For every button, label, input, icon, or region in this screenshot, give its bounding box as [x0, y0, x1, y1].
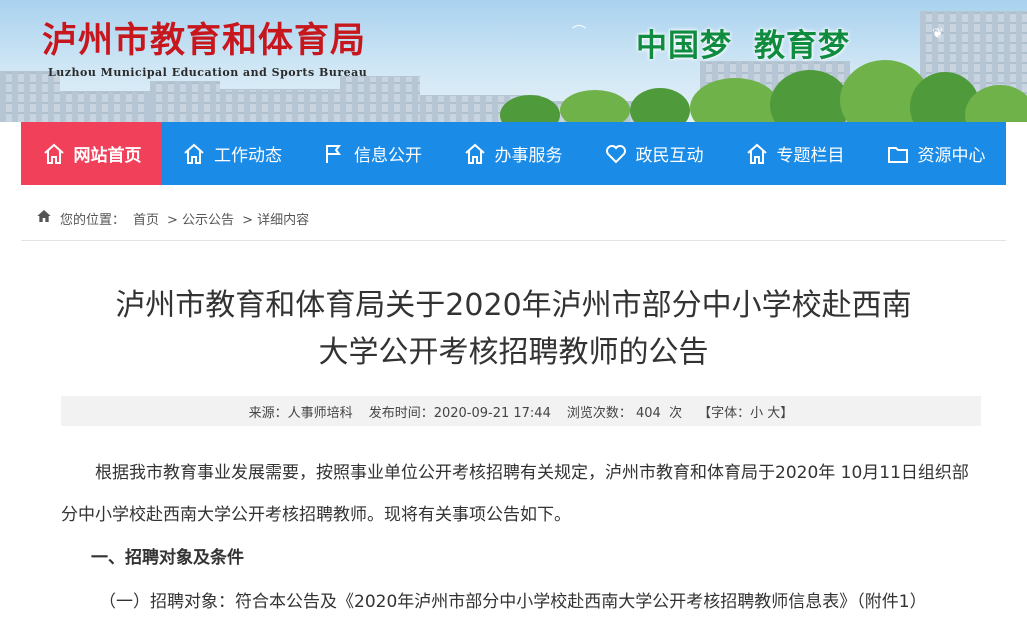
building-graphic [220, 89, 340, 122]
article-body: 根据我市教育事业发展需要，按照事业单位公开考核招聘有关规定，泸州市教育和体育局于… [61, 452, 981, 624]
site-title-english: Luzhou Municipal Education and Sports Bu… [48, 66, 368, 79]
bird-icon: ⌒ [572, 25, 586, 41]
nav-item-home[interactable]: 网站首页 [21, 122, 162, 185]
nav-item-label: 办事服务 [494, 146, 563, 166]
nav-item-label: 工作动态 [214, 146, 282, 166]
article-source: 来源：人事师培科 [248, 405, 353, 421]
nav-item-label: 网站首页 [73, 146, 142, 166]
nav-item-label: 政民互动 [635, 146, 704, 166]
paragraph: （一）招聘对象：符合本公告及《2020年泸州市部分中小学校赴西南大学公开考核招聘… [99, 592, 927, 612]
tree-graphic [630, 88, 690, 122]
slogan-part-1: 中国梦 [636, 28, 732, 64]
nav-item-label: 信息公开 [354, 146, 422, 166]
dove-icon: ❦ [932, 26, 944, 42]
home-icon [184, 143, 204, 164]
nav-item-resources[interactable]: 资源中心 [865, 122, 1006, 185]
font-large-button[interactable]: 大 [767, 406, 780, 421]
site-title: 泸州市教育和体育局 [42, 20, 367, 61]
breadcrumb-announcements-link[interactable]: > 公示公告 [167, 209, 234, 228]
slogan: 中国梦 教育梦 [636, 20, 850, 65]
article-title: 泸州市教育和体育局关于2020年泸州市部分中小学校赴西南 大学公开考核招聘教师的… [21, 282, 1006, 376]
nav-item-interaction[interactable]: 政民互动 [583, 122, 724, 185]
building-graphic [340, 76, 420, 122]
home-icon [464, 143, 485, 164]
slogan-part-2: 教育梦 [754, 28, 850, 64]
heart-icon [605, 144, 626, 163]
font-small-button[interactable]: 小 [750, 406, 763, 421]
flag-icon [326, 144, 341, 163]
paragraph: 根据我市教育事业发展需要，按照事业单位公开考核招聘有关规定，泸州市教育和体育局于… [61, 463, 969, 525]
home-icon [36, 208, 52, 228]
building-graphic [60, 91, 150, 122]
article-publish-time: 发布时间：2020-09-21 17:44 [368, 405, 551, 421]
section-heading: 一、招聘对象及条件 [91, 548, 244, 568]
breadcrumb-current[interactable]: > 详细内容 [242, 209, 309, 228]
nav-item-label: 资源中心 [917, 146, 986, 166]
font-size-label: 【字体： [698, 405, 751, 421]
divider [21, 240, 1006, 241]
nav-item-info-disclosure[interactable]: 信息公开 [302, 122, 442, 185]
tree-graphic [560, 90, 630, 122]
article-views: 浏览次数： 404 次 [567, 402, 682, 421]
article-title-line-1: 泸州市教育和体育局关于2020年泸州市部分中小学校赴西南 [115, 288, 912, 323]
header-banner: ⌒ ❦ 泸州市教育和体育局 Luzhou Municipal Education… [0, 0, 1027, 122]
breadcrumb-prefix: 您的位置： [60, 212, 126, 228]
home-icon [43, 143, 64, 164]
views-count: 404 [636, 405, 661, 421]
nav-item-special-topics[interactable]: 专题栏目 [724, 122, 865, 185]
home-icon [746, 143, 767, 164]
views-unit: 次 [669, 405, 683, 421]
font-size-end: 】 [780, 405, 794, 421]
nav-item-label: 专题栏目 [776, 146, 845, 166]
breadcrumb-home-link[interactable]: 首页 [133, 209, 159, 228]
nav-item-services[interactable]: 办事服务 [442, 122, 583, 185]
main-nav: 网站首页 工作动态 信息公开 办事服务 政民互动 专题栏目 资源中心 [21, 122, 1006, 185]
breadcrumb: 您的位置： 首页 > 公示公告 > 详细内容 [36, 208, 309, 228]
article-meta: 来源：人事师培科 发布时间：2020-09-21 17:44 浏览次数： 404… [61, 396, 981, 426]
views-label: 浏览次数： [566, 405, 632, 421]
folder-icon [887, 146, 908, 163]
article-title-line-2: 大学公开考核招聘教师的公告 [318, 335, 709, 370]
building-graphic [150, 81, 220, 122]
nav-item-work-news[interactable]: 工作动态 [162, 122, 302, 185]
font-size-control: 【字体：小 大】 [698, 402, 793, 421]
